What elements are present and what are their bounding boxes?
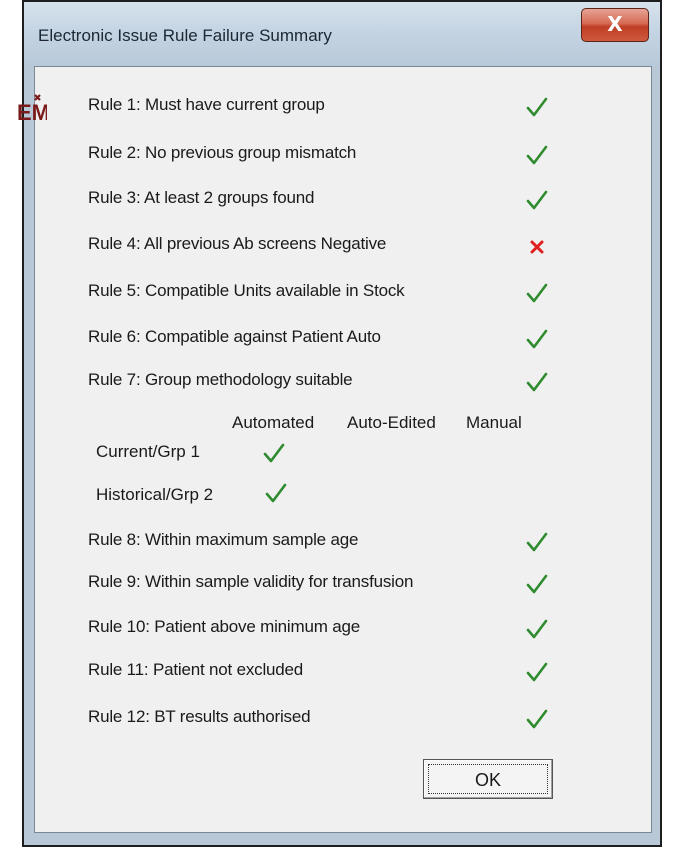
rule-2-label: Rule 2: No previous group mismatch (88, 143, 357, 162)
rule-12-label: Rule 12: BT results authorised (88, 707, 311, 726)
electronic-issue-logo: EM (17, 94, 47, 124)
logo-text: EM (17, 100, 47, 124)
rule-8-check-icon (526, 532, 548, 552)
rule-1-check-icon (526, 97, 548, 117)
rule-3-check-icon (526, 190, 548, 210)
rule-5-check-icon (526, 283, 548, 303)
current-grp-1-label: Current/Grp 1 (96, 442, 200, 461)
window-title: Electronic Issue Rule Failure Summary (38, 26, 332, 45)
column-manual: Manual (466, 413, 522, 432)
current-grp-1-automated-check-icon (263, 443, 285, 463)
rule-2-check-icon (526, 145, 548, 165)
rule-8-label: Rule 8: Within maximum sample age (88, 530, 359, 549)
rule-10-check-icon (526, 619, 548, 639)
rule-9-check-icon (526, 574, 548, 594)
rule-1-label: Rule 1: Must have current group (88, 95, 325, 114)
rule-11-check-icon (526, 662, 548, 682)
rule-12-check-icon (526, 709, 548, 729)
rule-11-label: Rule 11: Patient not excluded (88, 660, 304, 679)
rule-4-label: Rule 4: All previous Ab screens Negative (88, 234, 387, 253)
rule-9-label: Rule 9: Within sample validity for trans… (88, 572, 414, 591)
historical-grp-2-label: Historical/Grp 2 (96, 485, 214, 504)
rule-6-check-icon (526, 329, 548, 349)
historical-grp-2-automated-check-icon (265, 483, 287, 503)
rule-6-label: Rule 6: Compatible against Patient Auto (88, 327, 381, 346)
rule-4-cross-icon (530, 240, 544, 254)
rule-7-label: Rule 7: Group methodology suitable (88, 370, 353, 389)
ok-button-label: OK (428, 764, 548, 794)
ok-button[interactable]: OK (423, 759, 553, 799)
rule-7-check-icon (526, 372, 548, 392)
title-bar: Electronic Issue Rule Failure Summary X (24, 2, 660, 66)
rule-3-label: Rule 3: At least 2 groups found (88, 188, 315, 207)
close-button[interactable]: X (581, 8, 649, 42)
column-automated: Automated (232, 413, 315, 432)
rule-5-label: Rule 5: Compatible Units available in St… (88, 281, 405, 300)
column-auto-edited: Auto-Edited (347, 413, 436, 432)
rule-10-label: Rule 10: Patient above minimum age (88, 617, 360, 636)
